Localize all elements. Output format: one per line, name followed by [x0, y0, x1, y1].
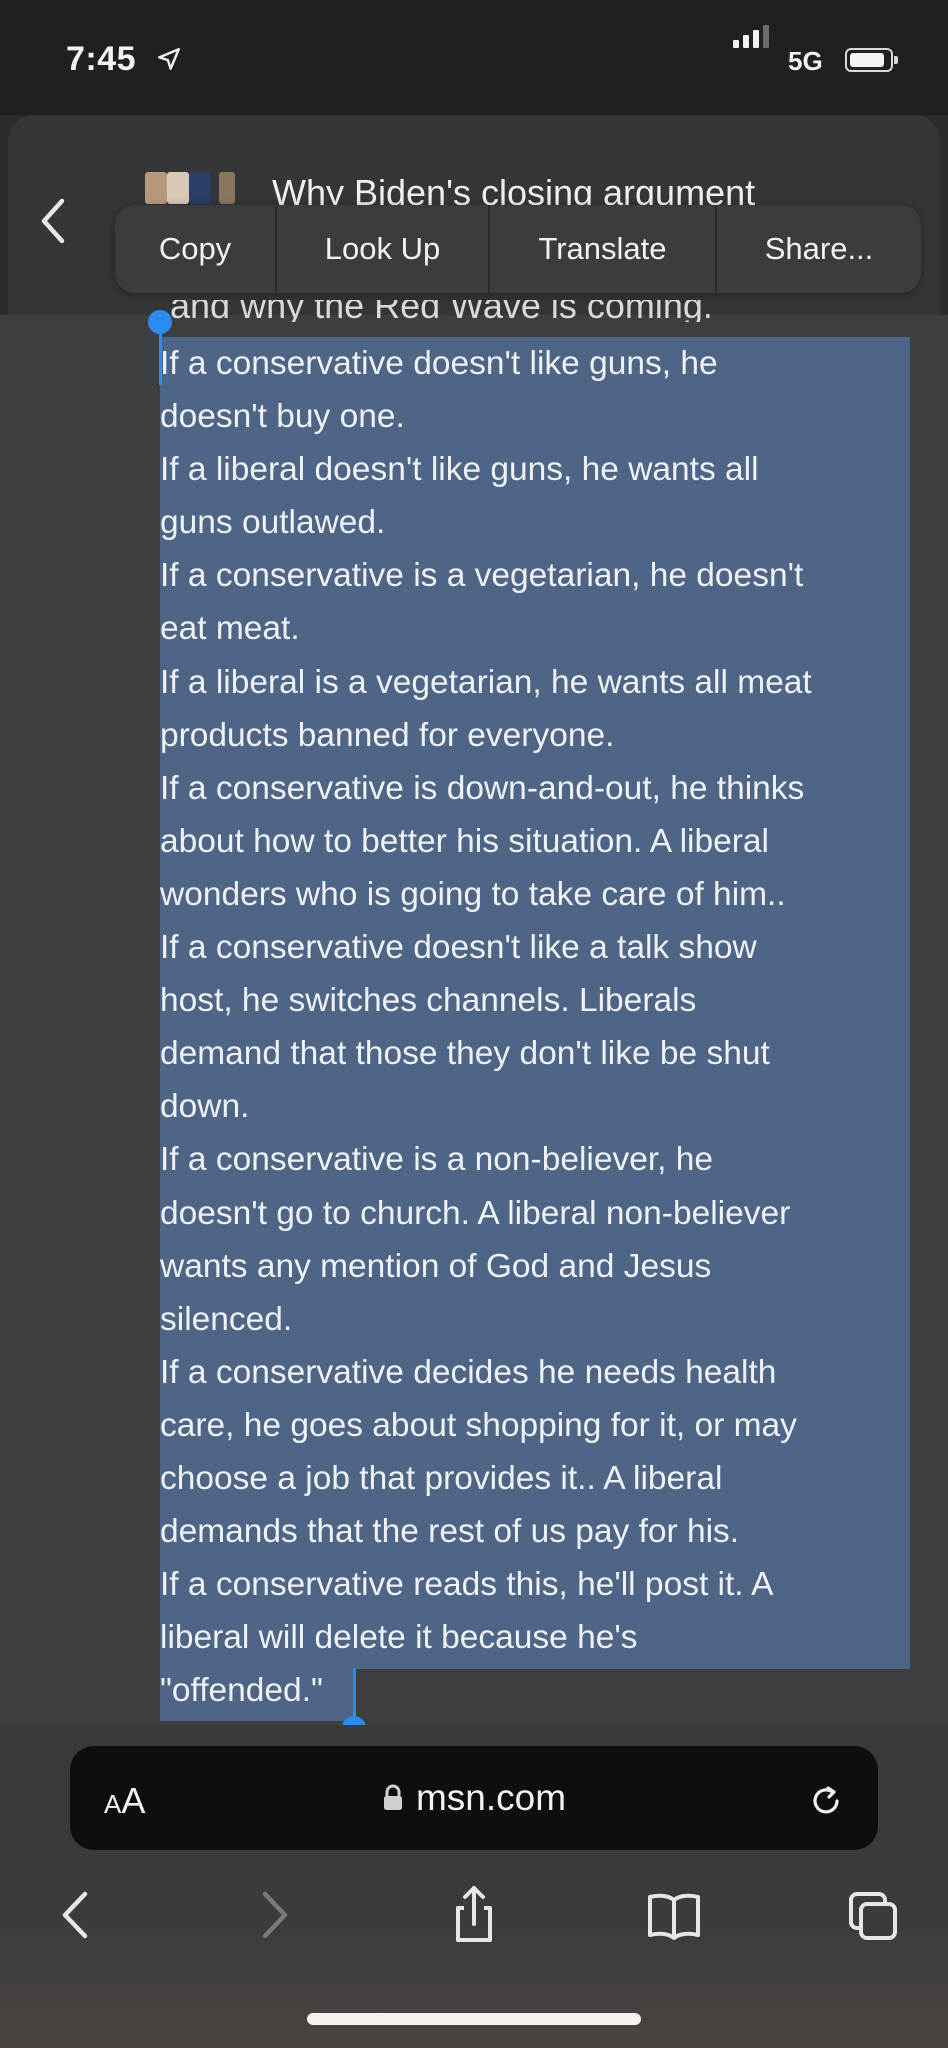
text-line: If a conservative decides he needs healt… [160, 1353, 777, 1391]
share-icon[interactable] [444, 1880, 504, 1950]
navigation-bar [0, 1880, 948, 1960]
network-label: 5G [788, 46, 823, 76]
text-line: If a liberal is a vegetarian, he wants a… [160, 663, 812, 701]
selected-article-text[interactable]: If a conservative doesn't like guns, he … [160, 337, 920, 1717]
text-line: If a conservative doesn't like a talk sh… [160, 929, 757, 967]
text-line: products banned for everyone. [160, 716, 615, 754]
location-arrow-icon [158, 48, 180, 70]
url-text: msn.com [415, 1777, 567, 1818]
text-line: about how to better his situation. A lib… [160, 822, 769, 860]
text-line: eat meat. [160, 610, 300, 648]
screen: 7:45 5G Why Biden's closing argument Cop… [0, 0, 948, 2048]
bookmarks-icon[interactable] [644, 1880, 704, 1950]
text-line: If a conservative is down-and-out, he th… [160, 769, 805, 807]
selection-start-caret [159, 330, 162, 385]
text-line: doesn't buy one. [160, 398, 405, 436]
lock-icon [383, 1784, 402, 1810]
text-line: demand that those they don't like be shu… [160, 1035, 770, 1073]
share-button[interactable]: Share... [715, 205, 921, 293]
text-line: care, he goes about shopping for it, or … [160, 1406, 797, 1444]
text-line: "offended." [160, 1672, 323, 1710]
tabs-icon[interactable] [843, 1880, 903, 1950]
copy-button[interactable]: Copy [115, 205, 275, 293]
text-line: If a conservative is a non-believer, he [160, 1141, 714, 1179]
selection-end-caret [353, 1668, 356, 1720]
back-chevron-icon[interactable] [45, 1880, 105, 1950]
text-line: doesn't go to church. A liberal non-beli… [160, 1194, 791, 1232]
battery-icon [845, 48, 898, 72]
text-selection-menu: Copy Look Up Translate Share... [115, 205, 921, 293]
article-thumbnail-images [145, 172, 245, 206]
status-bar: 7:45 5G [0, 0, 948, 115]
address-bar[interactable]: AA msn.com [70, 1746, 878, 1850]
text-line: liberal will delete it because he's [160, 1619, 638, 1657]
translate-button[interactable]: Translate [488, 205, 715, 293]
reload-icon[interactable] [806, 1780, 846, 1820]
text-line: down. [160, 1088, 250, 1126]
cut-off-text-line: and why the Red Wave is coming. [170, 300, 713, 322]
text-line: silenced. [160, 1300, 293, 1338]
text-line: If a conservative doesn't like guns, he [160, 345, 718, 382]
url-display[interactable]: msn.com [70, 1746, 878, 1850]
back-chevron-icon[interactable] [36, 195, 70, 247]
look-up-button[interactable]: Look Up [275, 205, 488, 293]
text-line: guns outlawed. [160, 504, 386, 542]
forward-chevron-icon[interactable] [245, 1880, 305, 1950]
text-line: demands that the rest of us pay for his. [160, 1513, 740, 1551]
home-indicator[interactable] [307, 2013, 641, 2025]
text-line: choose a job that provides it.. A libera… [160, 1459, 723, 1497]
text-line: If a liberal doesn't like guns, he wants… [160, 451, 759, 489]
text-line: wonders who is going to take care of him… [160, 875, 786, 913]
text-line: host, he switches channels. Liberals [160, 982, 697, 1020]
text-line: If a conservative is a vegetarian, he do… [160, 557, 804, 595]
text-line: wants any mention of God and Jesus [160, 1247, 712, 1285]
status-time: 7:45 [66, 40, 137, 78]
text-line: If a conservative reads this, he'll post… [160, 1566, 774, 1604]
